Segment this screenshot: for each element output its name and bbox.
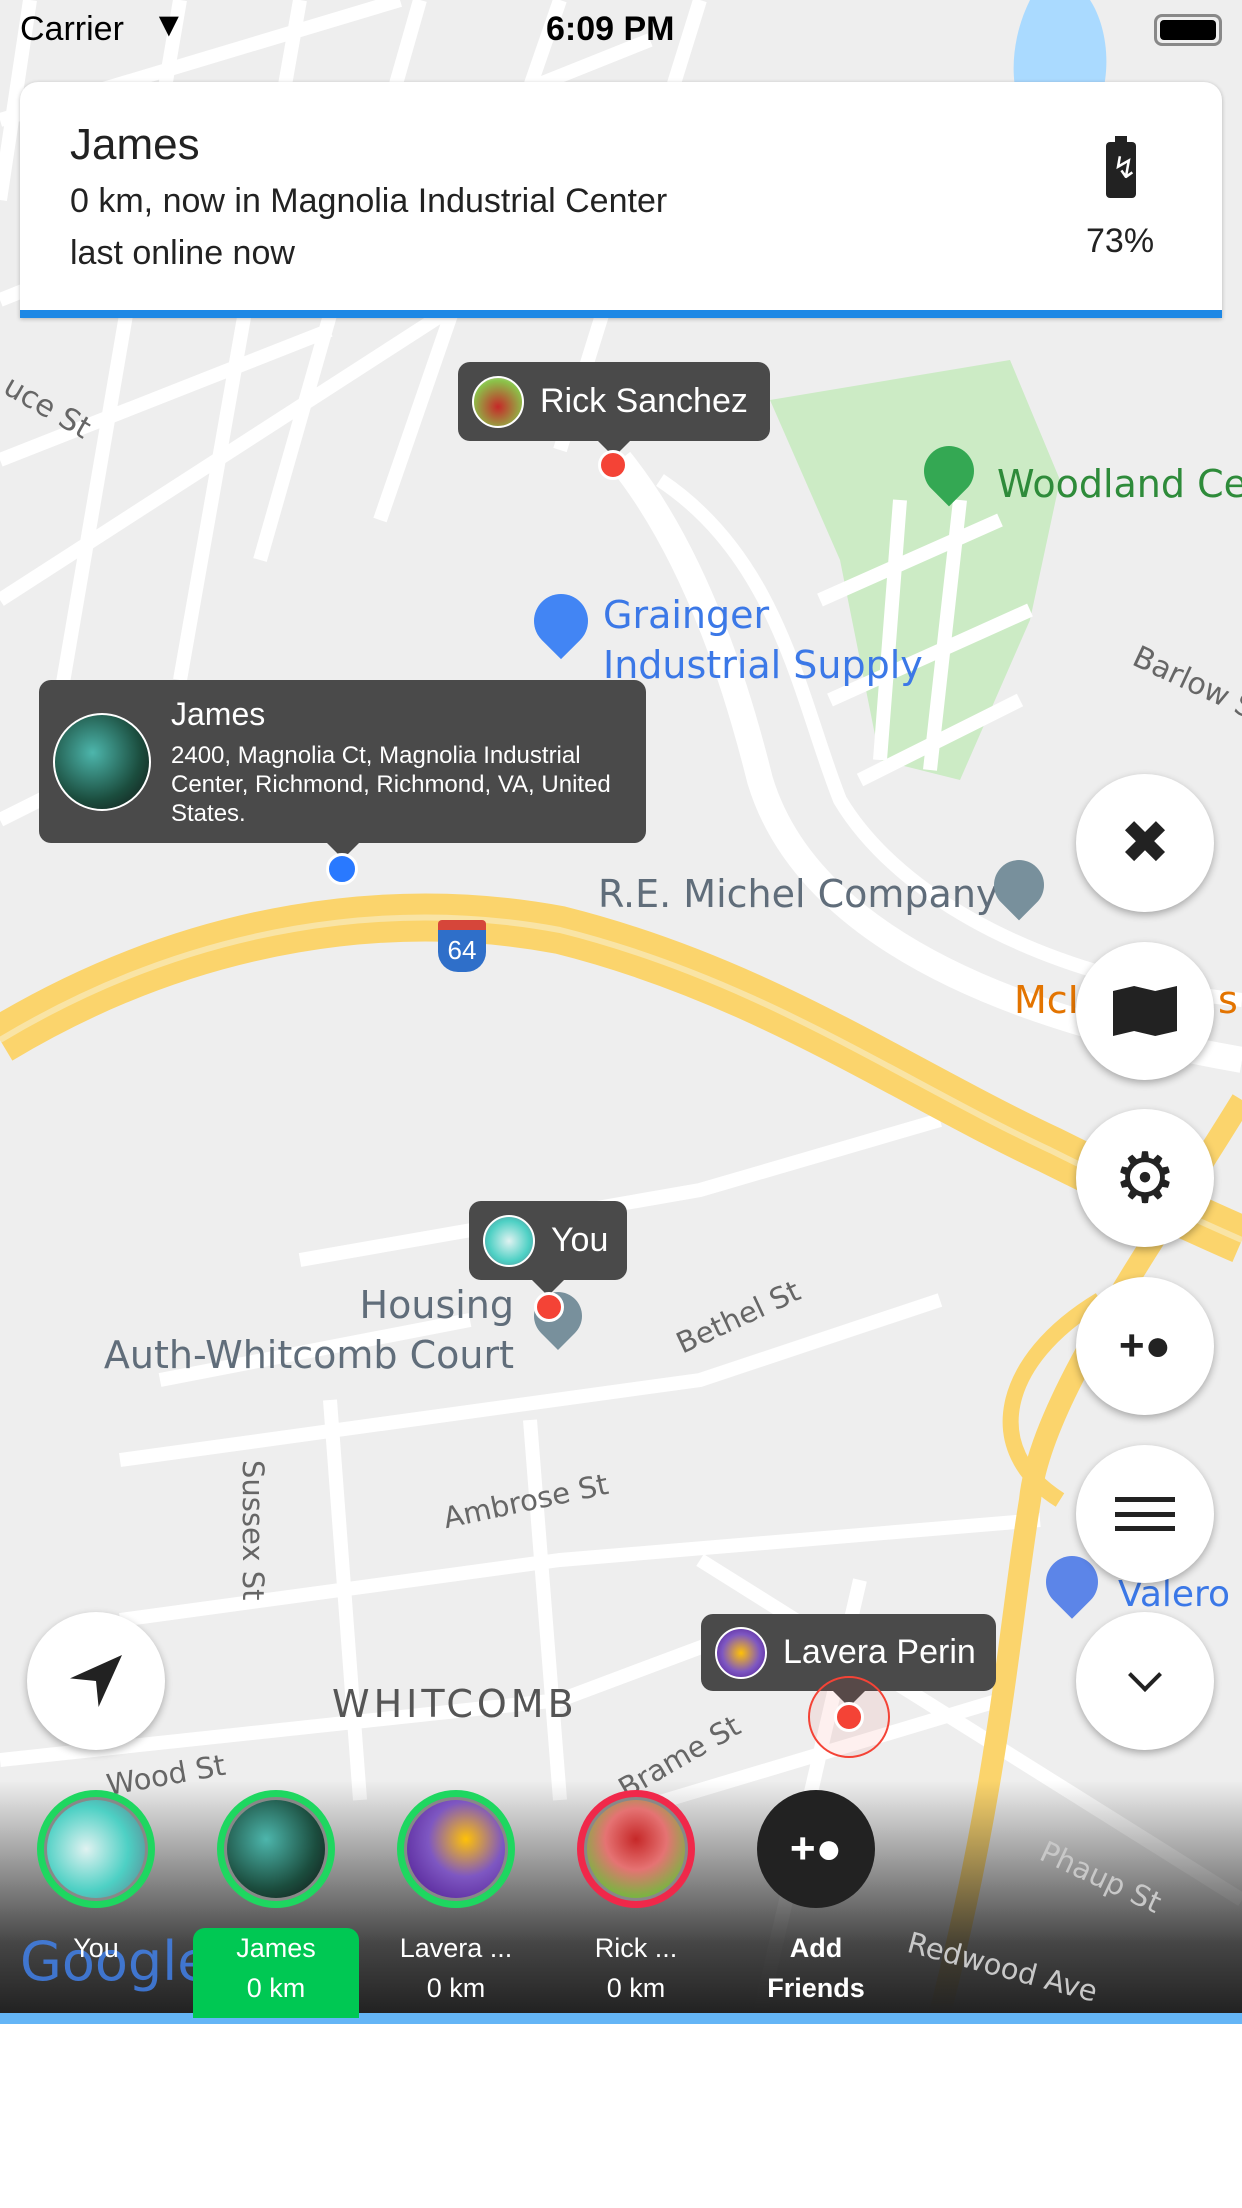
last-online: last online now [70,234,295,272]
avatar [37,1790,155,1908]
friend-label: James [236,1933,316,1963]
my-location-button[interactable] [27,1612,165,1750]
marker-pin-you[interactable] [534,1292,564,1322]
map-type-button[interactable] [1076,942,1214,1080]
settings-button[interactable]: ⚙ [1076,1109,1214,1247]
friend-label: Rick ... [594,1933,678,1963]
marker-pin-rick[interactable] [598,450,628,480]
clock: 6:09 PM [546,10,675,48]
avatar [472,375,524,428]
map-label-re-michel: R.E. Michel Company [598,872,999,916]
friend-name: James [70,120,200,169]
tools-button[interactable]: ✖ [1076,774,1214,912]
map-label-sussex: Sussex St [236,1460,270,1601]
chevron-down-icon [1128,1658,1162,1692]
avatar [53,712,151,811]
map-icon [1113,986,1177,1036]
marker-name: You [551,1221,609,1259]
card-accent-bar [20,310,1222,318]
tools-icon: ✖ [1119,809,1171,876]
friend-distance: 0 km [246,1973,306,2003]
marker-tooltip-james[interactable]: James 2400, Magnolia Ct, Magnolia Indust… [39,680,646,859]
friend-item-you[interactable]: You [13,1790,179,2018]
avatar [217,1790,335,1908]
add-person-icon: +● [757,1790,875,1908]
friend-distance: 0 km [426,1973,486,2003]
map-label-woodland: Woodland Ce [997,462,1242,506]
friend-distance: 0 km [606,1973,666,2003]
add-friend-button[interactable]: +● [1076,1277,1214,1415]
interstate-shield: 64 [438,920,486,972]
marker-name: Lavera Perin [783,1633,976,1671]
add-person-icon: +● [1118,1321,1172,1370]
wifi-icon: ▼ [152,6,186,44]
friend-item-rick[interactable]: Rick ... 0 km [553,1790,719,2018]
friend-label: Lavera ... [399,1933,513,1963]
navigation-arrow-icon [70,1655,122,1707]
friend-info-card[interactable]: James 0 km, now in Magnolia Industrial C… [20,82,1222,318]
marker-pin-james[interactable] [326,853,358,885]
menu-icon [1115,1497,1175,1531]
friend-distance: 0 km, now in Magnolia Industrial Center [70,182,668,220]
add-friends-label: Add [789,1933,843,1963]
battery-charging-icon: ↯ [1106,136,1137,198]
friend-item-lavera[interactable]: Lavera ... 0 km [373,1790,539,2018]
avatar [577,1790,695,1908]
battery-status-icon [1154,14,1222,46]
friend-label: You [73,1933,119,1963]
marker-name: James [171,695,266,732]
map-label-whitcomb: WHITCOMB [332,1682,578,1726]
marker-name: Rick Sanchez [540,382,748,420]
avatar [483,1214,535,1267]
map-label-grainger: Grainger Industrial Supply [603,593,923,687]
status-bar: Carrier ▼ 6:09 PM [0,0,1242,64]
friend-item-james[interactable]: James 0 km [193,1790,359,2018]
marker-pin-lavera[interactable] [834,1702,864,1732]
battery-percent: 73% [1086,222,1155,260]
map-label-housing: Housing Auth-Whitcomb Court [103,1283,514,1377]
collapse-button[interactable] [1076,1612,1214,1750]
carrier-label: Carrier [20,10,124,48]
avatar [397,1790,515,1908]
avatar [715,1626,767,1679]
map-label-mcd-end: s [1218,978,1238,1022]
gear-icon: ⚙ [1113,1139,1177,1217]
marker-tooltip-rick[interactable]: Rick Sanchez [458,362,770,457]
marker-address: 2400, Magnolia Ct, Magnolia Industrial C… [171,741,611,827]
add-friends-label-2: Friends [767,1973,865,2003]
add-friends-item[interactable]: +● Add Friends [733,1790,899,2018]
menu-button[interactable] [1076,1445,1214,1583]
marker-tooltip-you[interactable]: You [469,1201,627,1296]
map-label-mcd: McI [1014,978,1079,1022]
